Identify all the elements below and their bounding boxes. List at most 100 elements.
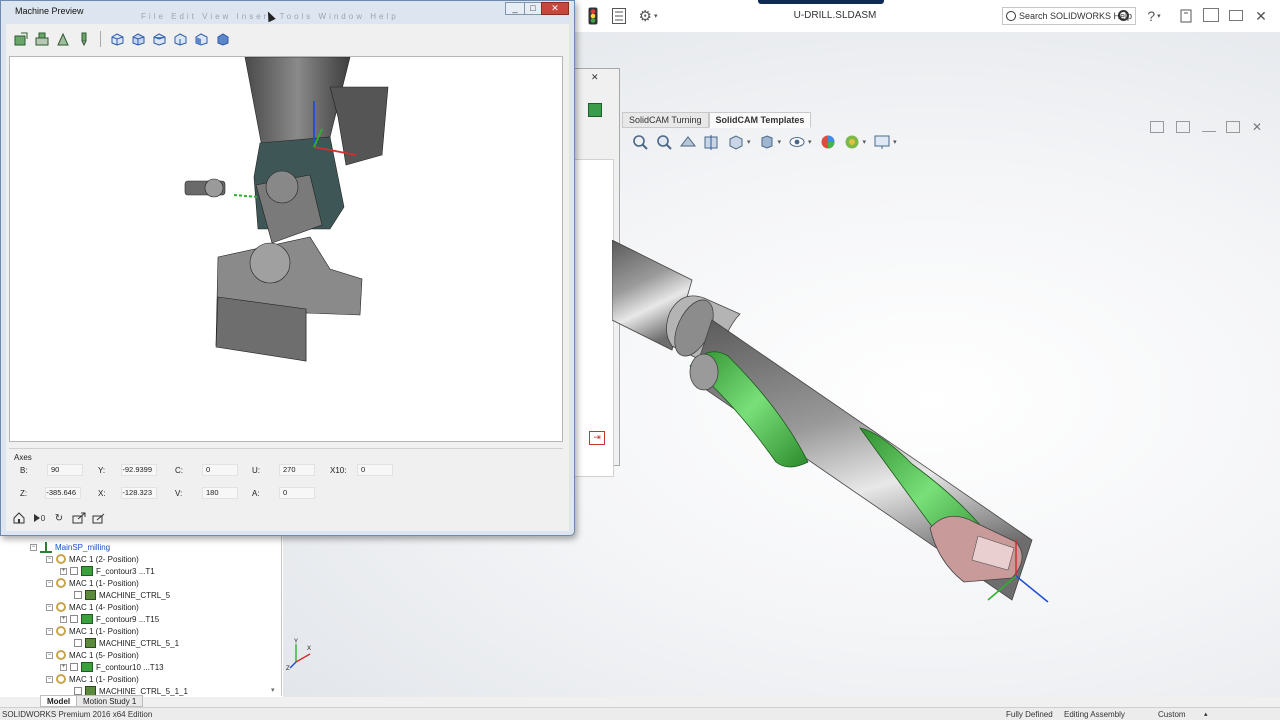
operation-checkbox[interactable] [70, 567, 78, 575]
collapse-icon[interactable]: − [46, 627, 53, 635]
view-isometric-icon[interactable] [214, 31, 231, 47]
search-button-icon[interactable] [1118, 10, 1129, 21]
section-view-icon[interactable] [702, 133, 722, 151]
collapse-icon[interactable]: − [30, 543, 37, 551]
expand-icon[interactable]: + [60, 615, 67, 623]
export-icon[interactable] [72, 511, 86, 525]
machine-control-icon [85, 590, 96, 600]
home-icon[interactable] [12, 511, 26, 525]
machine-3d-viewport[interactable] [9, 56, 563, 442]
graphics-close-icon[interactable]: ✕ [1250, 117, 1264, 137]
units-dropdown-icon[interactable]: ▴ [1204, 710, 1208, 718]
search-help-box[interactable]: Search SOLIDWORKS Help [1002, 7, 1136, 25]
dialog-close-icon[interactable]: ✕ [591, 72, 599, 83]
display-style-icon[interactable] [757, 133, 777, 151]
edit-appearance-icon[interactable] [818, 133, 838, 151]
view-top-cube-icon[interactable] [151, 31, 168, 47]
minimize-button[interactable]: _ [505, 2, 525, 15]
u-drill-model[interactable] [612, 240, 1072, 620]
tree-item-setup[interactable]: − MainSP_milling [30, 541, 110, 553]
view-left-cube-icon[interactable] [193, 31, 210, 47]
tree-item-mac[interactable]: − MAC 1 (4- Position) [46, 601, 139, 613]
axis-x-value: -128.323 [121, 487, 157, 499]
collapse-icon[interactable]: − [46, 579, 53, 587]
help-icon[interactable]: ? ▾ [1142, 6, 1166, 26]
scroll-down-icon[interactable]: ▾ [271, 686, 275, 694]
list-icon[interactable] [610, 6, 628, 26]
apply-scene-icon[interactable] [842, 133, 862, 151]
load-machine-icon[interactable] [12, 31, 29, 47]
collapse-icon[interactable]: − [46, 675, 53, 683]
tree-scrollbar[interactable]: ▾ [271, 532, 279, 696]
view-bottom-cube-icon[interactable] [172, 31, 189, 47]
operation-checkbox[interactable] [70, 615, 78, 623]
dialog-content-panel [574, 159, 614, 477]
tree-item-mac[interactable]: − MAC 1 (1- Position) [46, 673, 139, 685]
status-bar: SOLIDWORKS Premium 2016 x64 Edition Full… [0, 707, 1280, 720]
rotary-disc [249, 242, 291, 284]
dropdown-arrow-icon[interactable]: ▾ [808, 138, 812, 146]
tab-model[interactable]: Model [40, 695, 78, 707]
operation-checkbox[interactable] [70, 663, 78, 671]
collapse-icon[interactable]: − [46, 651, 53, 659]
minimize-icon[interactable] [1202, 131, 1216, 132]
previous-view-icon[interactable] [678, 133, 698, 151]
maximize-button[interactable]: □ [524, 2, 542, 15]
expand-icon[interactable]: + [60, 663, 67, 671]
axis-u-label: U: [252, 466, 260, 475]
zoom-to-area-icon[interactable] [654, 133, 674, 151]
play-step-button[interactable]: 0 [32, 511, 46, 525]
traffic-light-icon[interactable] [586, 6, 600, 26]
tile-left-icon[interactable] [1150, 121, 1164, 133]
axis-b-value: 90 [47, 464, 83, 476]
view-front-cube-icon[interactable] [109, 31, 126, 47]
machine-settings-icon[interactable] [33, 31, 50, 47]
options-gear-icon[interactable]: ⚙ ▾ [634, 6, 662, 26]
solidcam-icon[interactable] [588, 103, 602, 117]
exit-icon[interactable]: ⇥ [589, 431, 605, 445]
tree-item-operation[interactable]: + F_contour10 ...T13 [60, 661, 164, 673]
collapse-icon[interactable]: − [46, 603, 53, 611]
tab-solidcam-turning[interactable]: SolidCAM Turning [622, 112, 709, 128]
dropdown-arrow-icon[interactable]: ▾ [747, 138, 751, 146]
maximize-icon[interactable] [1226, 121, 1240, 133]
dropdown-arrow-icon[interactable]: ▾ [863, 138, 867, 146]
pin-icon[interactable] [1178, 6, 1194, 26]
view-settings-icon[interactable] [872, 133, 892, 151]
close-icon[interactable]: ✕ [1252, 6, 1270, 26]
share-icon[interactable] [92, 511, 106, 525]
operation-checkbox[interactable] [74, 687, 82, 695]
collapse-icon[interactable]: − [46, 555, 53, 563]
tree-item-mac[interactable]: − MAC 1 (1- Position) [46, 625, 139, 637]
expand-icon[interactable]: + [60, 567, 67, 575]
tool-icon[interactable] [75, 31, 92, 47]
tree-item-machine-control[interactable]: MACHINE_CTRL_5_1 [74, 637, 179, 649]
tree-item-mac[interactable]: − MAC 1 (2- Position) [46, 553, 139, 565]
zoom-to-fit-icon[interactable] [630, 133, 650, 151]
tab-solidcam-templates[interactable]: SolidCAM Templates [708, 112, 812, 128]
operation-checkbox[interactable] [74, 591, 82, 599]
axis-y-value: -92.9399 [121, 464, 157, 476]
tile-windows-icon[interactable] [1203, 8, 1219, 22]
tile-right-icon[interactable] [1176, 121, 1190, 133]
dropdown-arrow-icon[interactable]: ▾ [778, 138, 782, 146]
tab-motion-study[interactable]: Motion Study 1 [76, 695, 144, 707]
close-button[interactable]: ✕ [541, 2, 569, 15]
search-placeholder: Search SOLIDWORKS Help [1019, 11, 1133, 21]
solidcam-manager-tree: − MainSP_milling − MAC 1 (2- Position) + F… [0, 532, 282, 696]
rotate-icon[interactable]: ↻ [52, 511, 66, 525]
view-back-cube-icon[interactable] [130, 31, 147, 47]
hide-show-items-icon[interactable] [787, 133, 807, 151]
tree-item-mac[interactable]: − MAC 1 (1- Position) [46, 577, 139, 589]
restore-window-icon[interactable] [1229, 10, 1243, 21]
tree-item-operation[interactable]: + F_contour9 ...T15 [60, 613, 159, 625]
tree-item-machine-control[interactable]: MACHINE_CTRL_5 [74, 589, 170, 601]
dropdown-arrow-icon[interactable]: ▾ [893, 138, 897, 146]
view-orientation-icon[interactable] [726, 133, 746, 151]
tree-item-mac[interactable]: − MAC 1 (5- Position) [46, 649, 139, 661]
tree-item-operation[interactable]: + F_contour3 ...T1 [60, 565, 155, 577]
units-selector[interactable]: Custom [1158, 710, 1186, 719]
machine-head-icon[interactable] [54, 31, 71, 47]
machine-preview-window[interactable]: Machine Preview File Edit View Insert To… [0, 0, 575, 536]
operation-checkbox[interactable] [74, 639, 82, 647]
